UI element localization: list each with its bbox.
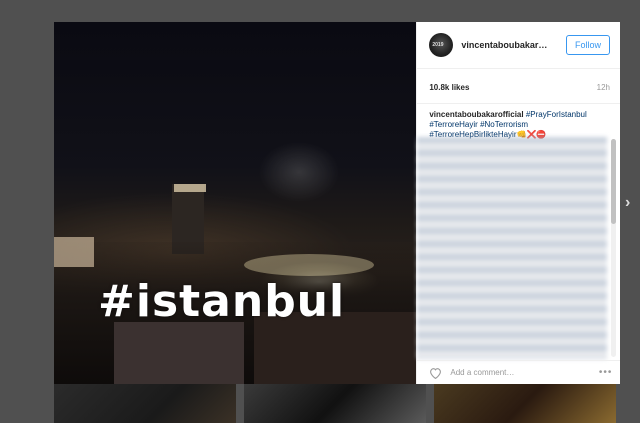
scrollbar-thumb[interactable] <box>611 139 616 224</box>
photo-building <box>54 237 94 267</box>
more-options-button[interactable]: ••• <box>599 367 613 378</box>
caption-hashtag[interactable]: #NoTerrorism <box>480 120 528 129</box>
caption-username[interactable]: vincentaboubakarofficial <box>429 110 523 119</box>
profile-grid-row <box>54 384 620 423</box>
comments-scrollbar[interactable] <box>611 139 616 357</box>
post-header: 2019 vincentaboubakar… Follow <box>417 22 620 69</box>
next-arrow-icon[interactable]: › <box>625 195 639 211</box>
caption-hashtag[interactable]: #PrayForIstanbul <box>526 110 587 119</box>
photo-hashtag-text: #istanbul <box>98 276 346 327</box>
avatar-text: 2019 <box>432 42 444 48</box>
photo-stadium-glow <box>244 254 374 276</box>
post-caption: vincentaboubakarofficial #PrayForIstanbu… <box>417 103 620 140</box>
photo-building <box>114 322 244 384</box>
follow-button[interactable]: Follow <box>565 35 610 55</box>
photo-building-top <box>174 184 206 192</box>
post-modal: #istanbul 2019 vincentaboubakar… Follow … <box>54 22 621 384</box>
post-time: 12h <box>596 83 610 92</box>
caption-hashtag[interactable]: #TerroreHayir <box>429 120 477 129</box>
avatar[interactable]: 2019 <box>429 33 454 57</box>
post-meta: 10.8k likes 12h <box>417 69 620 103</box>
comment-bar: Add a comment… ••• <box>417 360 621 384</box>
grid-thumbnail[interactable] <box>54 384 236 423</box>
comment-input[interactable]: Add a comment… <box>450 368 598 377</box>
heart-icon[interactable] <box>429 367 442 379</box>
likes-count[interactable]: 10.8k likes <box>429 83 469 103</box>
post-photo[interactable]: #istanbul <box>54 22 417 384</box>
post-sidebar: 2019 vincentaboubakar… Follow 10.8k like… <box>416 22 621 384</box>
username-link[interactable]: vincentaboubakar… <box>461 40 566 50</box>
blurred-comments <box>417 137 608 359</box>
grid-thumbnail[interactable] <box>434 384 616 423</box>
grid-thumbnail[interactable] <box>244 384 426 423</box>
